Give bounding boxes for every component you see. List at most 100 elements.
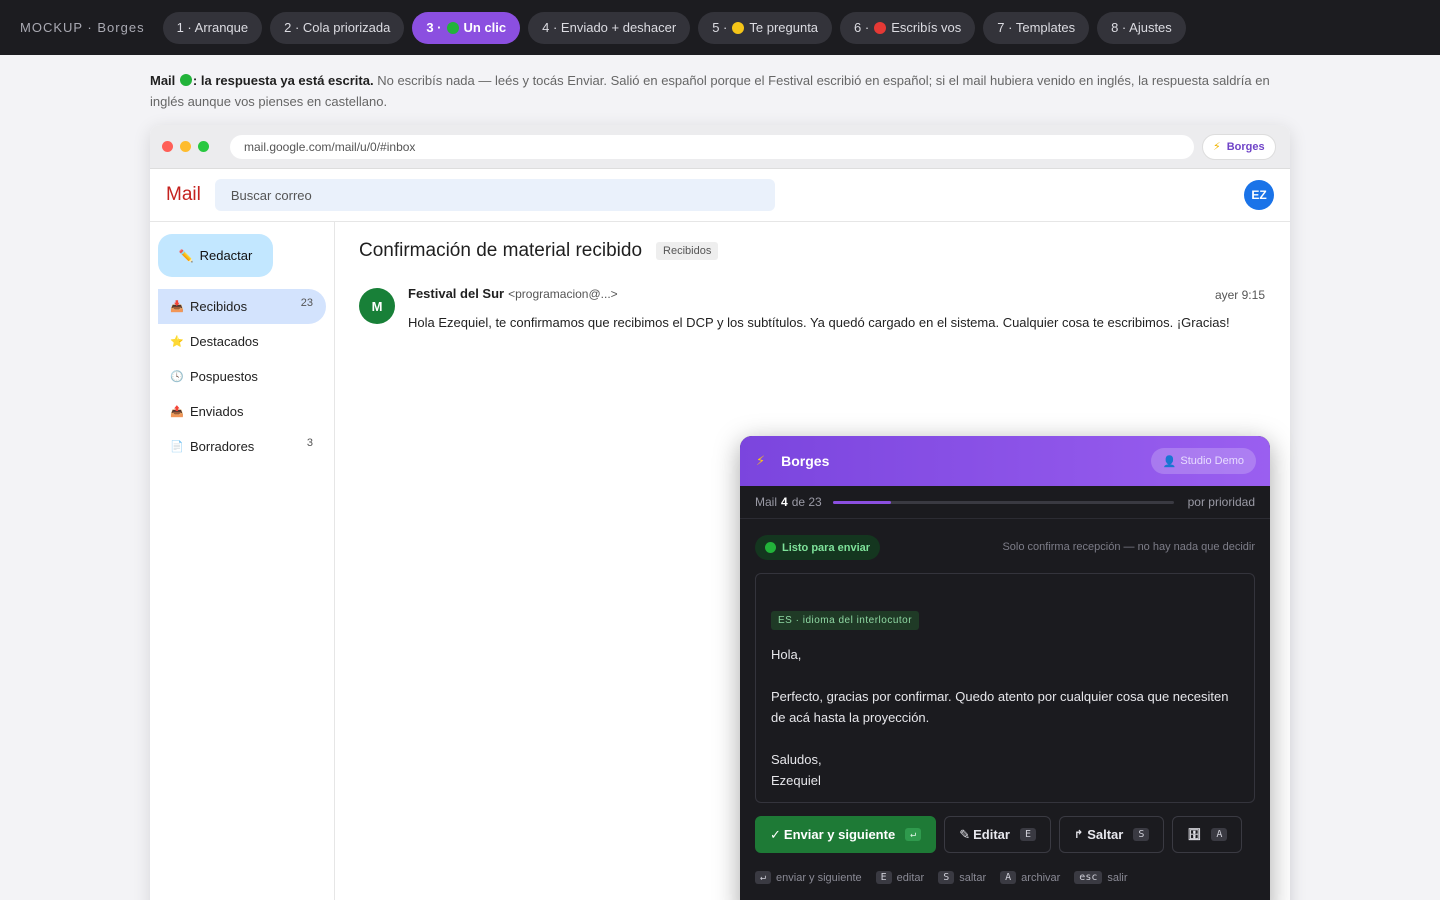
sidebar-item-count: 23	[300, 297, 313, 309]
tab-label: Escribís vos	[891, 20, 962, 35]
sidebar-item-pospuestos[interactable]: 🕓 Pospuestos	[158, 359, 326, 394]
panel-header: ⚡ Borges 👤 Studio Demo	[740, 436, 1270, 486]
draft-reply[interactable]: ES · idioma del interlocutor Hola, Perfe…	[755, 573, 1255, 803]
draft-icon: 📄	[170, 441, 184, 453]
tab-ajustes[interactable]: 8 · Ajustes	[1097, 11, 1186, 44]
progress-track	[833, 501, 1174, 504]
skip-button[interactable]: ↱ Saltar S	[1058, 816, 1165, 853]
archive-button[interactable]: 🗄 A	[1172, 816, 1243, 853]
address-bar[interactable]: mail.google.com/mail/u/0/#inbox	[230, 134, 1194, 159]
studio-badge[interactable]: 👤 Studio Demo	[1150, 448, 1256, 474]
progress-current: 4	[781, 495, 788, 509]
minimize-window-icon[interactable]	[180, 141, 191, 152]
hint-item: Aarchivar	[1000, 871, 1060, 884]
star-icon: ⭐	[170, 336, 184, 348]
message-time: ayer 9:15	[1214, 288, 1265, 302]
progress-fill	[833, 501, 891, 504]
hint-label: enviar y siguiente	[776, 871, 862, 884]
inbox-icon: 📥	[170, 301, 184, 313]
tab-label: Te pregunta	[749, 20, 819, 35]
edit-shortcut: E	[1019, 828, 1036, 841]
panel-title: Borges	[781, 453, 830, 469]
extension-label: Borges	[1226, 140, 1265, 153]
message-body: Hola Ezequiel, te confirmamos que recibi…	[408, 315, 1230, 330]
top-navigation-bar: MOCKUP · Borges 1 · Arranque 2 · Cola pr…	[0, 0, 1440, 55]
tab-label: 4 · Enviado + deshacer	[542, 20, 677, 35]
skip-label: Saltar	[1087, 827, 1124, 842]
status-label: Listo para enviar	[782, 541, 871, 554]
hint-item: ↵ enviar y siguiente	[755, 871, 862, 884]
tab-enviado-deshacer[interactable]: 4 · Enviado + deshacer	[528, 11, 691, 44]
archive-icon: 🗄	[1187, 829, 1202, 841]
tab-escribis-vos[interactable]: 6 · Escribís vos	[840, 11, 976, 44]
send-and-next-button[interactable]: ✓ Enviar y siguiente ↵	[755, 816, 937, 853]
sender-line: Festival del Sur <programacion@...>	[408, 286, 618, 301]
sidebar-item-recibidos[interactable]: 📥 Recibidos 23	[158, 289, 326, 324]
account-avatar[interactable]: EZ	[1244, 180, 1274, 210]
intro-description: Mail : la respuesta ya está escrita. No …	[150, 70, 1300, 112]
tab-te-pregunta[interactable]: 5 · Te pregunta	[698, 11, 833, 44]
maximize-window-icon[interactable]	[198, 141, 209, 152]
mail-logo[interactable]: Mail	[166, 184, 201, 206]
tab-cola-priorizada[interactable]: 2 · Cola priorizada	[270, 11, 405, 44]
browser-chrome: mail.google.com/mail/u/0/#inbox ⚡ Borges	[150, 125, 1290, 169]
subject-row: Confirmación de material recibido Recibi…	[359, 240, 1279, 262]
tab-un-clic[interactable]: 3 · Un clic	[412, 11, 521, 44]
sidebar-item-label: Borradores	[190, 439, 255, 454]
sidebar-item-enviados[interactable]: 📤 Enviados	[158, 394, 326, 429]
sidebar-item-label: Pospuestos	[190, 369, 258, 384]
status-row: Listo para enviar Solo confirma recepció…	[740, 519, 1270, 571]
intro-lead-b: : la respuesta ya está escrita.	[192, 73, 374, 88]
language-tag: ES · idioma del interlocutor	[771, 611, 920, 630]
yellow-dot-icon	[732, 21, 745, 34]
hint-label: salir	[1107, 871, 1128, 884]
mail-header: Mail Buscar correo EZ	[150, 169, 1290, 222]
hint-label: saltar	[959, 871, 987, 884]
tab-prefix: 3 ·	[426, 20, 442, 35]
sidebar-item-label: Destacados	[190, 334, 259, 349]
check-icon: ✓	[770, 826, 781, 842]
pencil-icon: ✎	[959, 826, 971, 842]
sidebar-item-label: Enviados	[190, 404, 244, 419]
queue-order: por prioridad	[1187, 495, 1255, 509]
edit-button[interactable]: ✎ Editar E	[944, 816, 1051, 853]
green-dot-icon	[446, 21, 459, 34]
send-label: Enviar y siguiente	[783, 827, 896, 842]
tab-label: 2 · Cola priorizada	[284, 20, 391, 35]
archive-shortcut: A	[1211, 828, 1228, 841]
skip-icon: ↱	[1073, 829, 1084, 841]
intro-lead: Mail : la respuesta ya está escrita.	[150, 73, 374, 88]
tab-arranque[interactable]: 1 · Arranque	[162, 11, 263, 44]
sender-email: <programacion@...>	[508, 287, 618, 301]
borges-extension-button[interactable]: ⚡ Borges	[1202, 133, 1276, 160]
progress-prefix: Mail	[755, 495, 778, 509]
action-buttons: ✓ Enviar y siguiente ↵ ✎ Editar E ↱ Saltar S 🗄…	[755, 816, 1250, 853]
hint-item: esc salir	[1074, 871, 1128, 884]
progress-suffix: de 23	[791, 495, 822, 509]
green-dot-icon	[179, 74, 192, 86]
mail-sidebar: ✏️ Redactar 📥 Recibidos 23 ⭐ Destacados 🕓 Pos…	[150, 222, 335, 900]
sender-avatar: M	[359, 288, 395, 324]
draft-signature: Ezequiel	[771, 773, 821, 788]
pencil-icon: ✏️	[178, 248, 194, 263]
red-dot-icon	[874, 21, 887, 34]
draft-body: Perfecto, gracias por confirmar. Quedo a…	[771, 689, 1229, 725]
tab-label: Un clic	[463, 20, 507, 35]
hint-item: Ssaltar	[938, 871, 986, 884]
label-tag[interactable]: Recibidos	[656, 242, 719, 260]
edit-label: Editar	[973, 827, 1010, 842]
tab-templates[interactable]: 7 · Templates	[983, 11, 1090, 44]
sidebar-item-borradores[interactable]: 📄 Borradores 3	[158, 429, 326, 464]
draft-spacer	[771, 665, 1239, 686]
hint-key: E	[875, 871, 892, 884]
compose-button[interactable]: ✏️ Redactar	[158, 234, 273, 277]
sidebar-item-destacados[interactable]: ⭐ Destacados	[158, 324, 326, 359]
mail-reading-pane: Confirmación de material recibido Recibi…	[359, 222, 1279, 356]
clock-icon: 🕓	[170, 371, 184, 383]
hint-key: A	[1000, 871, 1017, 884]
search-input[interactable]: Buscar correo	[214, 179, 775, 211]
close-window-icon[interactable]	[162, 141, 173, 152]
compose-label: Redactar	[199, 248, 253, 263]
queue-progress: Mail 4 de 23 por prioridad	[740, 486, 1270, 519]
hint-label: editar	[896, 871, 925, 884]
